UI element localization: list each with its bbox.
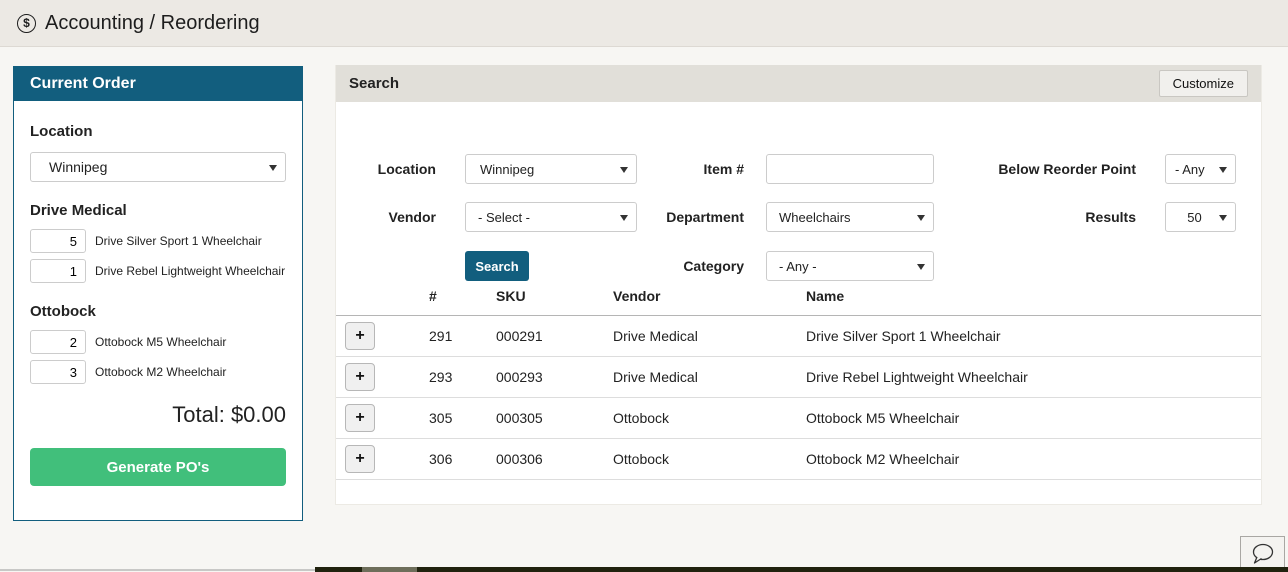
order-item-row: Drive Silver Sport 1 Wheelchair <box>30 229 286 253</box>
cell-sku: 000293 <box>496 369 543 385</box>
dropdown-arrow-icon <box>269 165 277 171</box>
add-button-cell: + <box>336 322 429 350</box>
cell-vendor: Ottobock <box>613 451 670 467</box>
add-item-button[interactable]: + <box>345 445 375 473</box>
results-count-select[interactable]: 50 <box>1165 202 1236 232</box>
results-count-label: Results <box>1085 209 1136 225</box>
order-vendor-heading: Ottobock <box>30 303 96 320</box>
cell-name: Drive Rebel Lightweight Wheelchair <box>806 369 1028 385</box>
cell-sku: 000305 <box>496 410 543 426</box>
cell-num: 305 <box>429 410 453 426</box>
table-row: +305 000305 Ottobock Ottobock M5 Wheelchair <box>336 398 1261 439</box>
dropdown-arrow-icon <box>1219 215 1227 221</box>
add-item-button[interactable]: + <box>345 363 375 391</box>
cell-sku: 000291 <box>496 328 543 344</box>
vendor-filter-label: Vendor <box>388 209 436 225</box>
dollar-circle-icon: $ <box>17 13 36 33</box>
search-panel-title: Search <box>349 75 400 92</box>
order-total: Total: $0.00 <box>172 402 286 427</box>
results-table-body: +291 000291 Drive Medical Drive Silver Spor… <box>336 316 1261 480</box>
page-title: Accounting / Reordering <box>45 11 260 34</box>
cell-num: 293 <box>429 369 453 385</box>
order-item-row: Ottobock M2 Wheelchair <box>30 360 286 384</box>
cell-vendor: Drive Medical <box>613 328 698 344</box>
order-qty-input[interactable] <box>30 360 86 384</box>
order-location-select[interactable]: Winnipeg <box>30 152 286 182</box>
column-header-num: # <box>429 288 437 304</box>
department-filter-label: Department <box>666 209 744 225</box>
dropdown-arrow-icon <box>620 215 628 221</box>
chat-widget-button[interactable] <box>1240 536 1285 570</box>
cell-vendor: Ottobock <box>613 410 670 426</box>
order-location-value: Winnipeg <box>49 159 108 175</box>
order-qty-input[interactable] <box>30 330 86 354</box>
add-item-button[interactable]: + <box>345 322 375 350</box>
order-groups: Drive Medical Drive Silver Sport 1 Wheelc… <box>30 202 286 384</box>
dropdown-arrow-icon <box>1219 167 1227 173</box>
search-form: Location Winnipeg Item # Below Reorder P… <box>336 102 1261 281</box>
column-header-name: Name <box>806 288 845 304</box>
table-row: +293 000293 Drive Medical Drive Rebel Light… <box>336 357 1261 398</box>
dropdown-arrow-icon <box>917 264 925 270</box>
cell-name: Drive Silver Sport 1 Wheelchair <box>806 328 1001 344</box>
add-button-cell: + <box>336 404 429 432</box>
add-button-cell: + <box>336 363 429 391</box>
cell-vendor: Drive Medical <box>613 369 698 385</box>
order-item-name: Drive Silver Sport 1 Wheelchair <box>95 234 262 248</box>
location-filter-value: Winnipeg <box>480 161 535 177</box>
cell-sku: 000306 <box>496 451 543 467</box>
chat-bubble-icon <box>1252 543 1274 564</box>
order-item-row: Drive Rebel Lightweight Wheelchair <box>30 259 286 283</box>
below-reorder-point-select[interactable]: - Any <box>1165 154 1236 184</box>
add-button-cell: + <box>336 445 429 473</box>
order-item-name: Drive Rebel Lightweight Wheelchair <box>95 264 286 278</box>
results-table: # SKU Vendor Name +291 000291 Drive Medica… <box>336 277 1261 480</box>
order-item-row: Ottobock M5 Wheelchair <box>30 330 286 354</box>
bottom-edge-left <box>0 569 315 571</box>
add-item-button[interactable]: + <box>345 404 375 432</box>
location-filter-label: Location <box>377 161 436 177</box>
column-header-vendor: Vendor <box>613 288 661 304</box>
order-location-label: Location <box>30 123 93 140</box>
current-order-body: Location Winnipeg Drive Medical Drive Sil… <box>14 101 302 486</box>
current-order-panel: Current Order Location Winnipeg Drive Me… <box>13 66 303 521</box>
order-vendor-heading: Drive Medical <box>30 202 127 219</box>
dropdown-arrow-icon <box>620 167 628 173</box>
order-item-name: Ottobock M5 Wheelchair <box>95 335 227 349</box>
vendor-filter-value: - Select - <box>478 209 531 225</box>
search-panel: Search Customize Location Winnipeg Item … <box>335 65 1262 505</box>
generate-pos-button[interactable]: Generate PO's <box>30 448 286 486</box>
category-filter-value: - Any - <box>779 258 817 274</box>
column-header-sku: SKU <box>496 288 526 304</box>
cell-name: Ottobock M2 Wheelchair <box>806 451 960 467</box>
table-row: +291 000291 Drive Medical Drive Silver Spor… <box>336 316 1261 357</box>
bottom-edge-dark <box>315 567 1288 572</box>
top-header-bar: $ Accounting / Reordering <box>0 0 1288 47</box>
below-reorder-point-value: - Any <box>1175 161 1205 177</box>
cell-num: 291 <box>429 328 453 344</box>
results-table-header: # SKU Vendor Name <box>336 277 1261 316</box>
order-item-name: Ottobock M2 Wheelchair <box>95 365 227 379</box>
table-row: +306 000306 Ottobock Ottobock M2 Wheelchair <box>336 439 1261 480</box>
location-filter-select[interactable]: Winnipeg <box>465 154 637 184</box>
vendor-filter-select[interactable]: - Select - <box>465 202 637 232</box>
cell-name: Ottobock M5 Wheelchair <box>806 410 960 426</box>
below-reorder-point-label: Below Reorder Point <box>998 161 1136 177</box>
search-panel-header: Search Customize <box>336 65 1261 102</box>
customize-button[interactable]: Customize <box>1158 70 1248 97</box>
item-number-label: Item # <box>703 161 744 177</box>
cell-num: 306 <box>429 451 453 467</box>
order-qty-input[interactable] <box>30 259 86 283</box>
bottom-edge-light <box>362 567 417 572</box>
current-order-title: Current Order <box>14 67 302 101</box>
order-qty-input[interactable] <box>30 229 86 253</box>
